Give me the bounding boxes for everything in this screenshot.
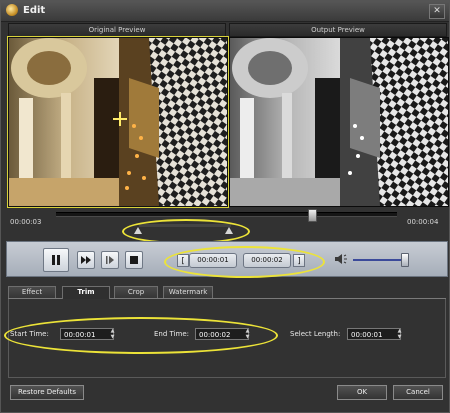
highlight-ellipse-time-boxes — [164, 246, 325, 278]
fast-forward-icon — [81, 256, 91, 264]
pause-button[interactable] — [43, 248, 69, 272]
cathedral-image — [9, 38, 227, 206]
cancel-button[interactable]: Cancel — [393, 385, 443, 400]
tab-effect[interactable]: Effect — [8, 286, 56, 298]
stop-button[interactable] — [125, 251, 143, 269]
total-time: 00:00:04 — [407, 218, 439, 226]
speaker-icon[interactable] — [334, 253, 348, 268]
output-preview — [229, 37, 449, 207]
close-button[interactable]: ✕ — [429, 4, 445, 19]
volume-thumb[interactable] — [401, 253, 409, 267]
highlight-ellipse-time-fields — [4, 317, 278, 354]
current-time: 00:00:03 — [10, 218, 42, 226]
seek-thumb[interactable] — [308, 209, 317, 222]
window-title: Edit — [23, 5, 46, 16]
tab-strip: Effect Trim Crop Watermark — [8, 286, 446, 299]
tab-crop[interactable]: Crop — [114, 286, 158, 298]
output-preview-header: Output Preview — [229, 23, 447, 37]
ok-button[interactable]: OK — [337, 385, 387, 400]
pause-icon — [52, 255, 60, 265]
trim-panel: Start Time: 00:00:01 ▲ ▼ End Time: 00:00:… — [4, 299, 446, 378]
seek-track[interactable] — [56, 212, 397, 217]
tab-watermark[interactable]: Watermark — [163, 286, 213, 298]
next-frame-icon — [106, 256, 114, 264]
restore-defaults-button[interactable]: Restore Defaults — [10, 385, 84, 400]
fast-forward-button[interactable] — [77, 251, 95, 269]
stop-icon — [130, 256, 138, 264]
title-bar[interactable]: Edit ✕ — [1, 1, 449, 22]
select-length-field[interactable]: 00:00:01 — [347, 328, 401, 340]
select-length-spinner[interactable]: ▲ ▼ — [396, 328, 403, 340]
app-icon — [6, 4, 18, 16]
tab-trim[interactable]: Trim — [62, 286, 110, 299]
cathedral-image-grayscale — [230, 38, 448, 206]
original-preview-header: Original Preview — [8, 23, 226, 37]
edit-dialog: Edit ✕ Original Preview Output Preview 0… — [0, 0, 450, 413]
select-length-label: Select Length: — [290, 330, 341, 338]
next-frame-button[interactable] — [101, 251, 119, 269]
original-preview — [7, 36, 229, 208]
